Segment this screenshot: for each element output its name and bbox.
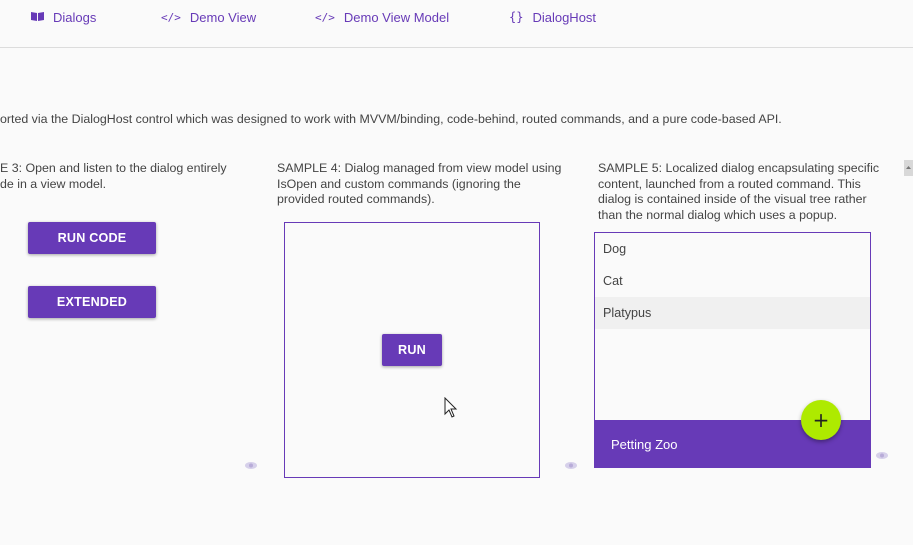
scroll-up-arrow-icon[interactable] xyxy=(904,160,913,176)
tab-label: DialogHost xyxy=(532,9,597,25)
list-item[interactable]: Cat xyxy=(595,265,870,297)
sample5-description-line4: than the normal dialog which uses a popu… xyxy=(598,208,838,222)
run-button[interactable]: RUN xyxy=(382,334,442,366)
book-icon xyxy=(30,10,45,25)
resize-handle-icon[interactable] xyxy=(564,461,578,470)
top-nav-bar: Dialogs </> Demo View </> Demo View Mode… xyxy=(0,0,913,48)
tab-label: Dialogs xyxy=(53,9,97,25)
footer-title: Petting Zoo xyxy=(611,437,678,452)
code-icon: </> xyxy=(161,10,181,24)
sample4-description-line3: provided routed commands). xyxy=(277,192,435,206)
braces-icon: {} xyxy=(509,10,524,24)
sample5-description-line3: dialog is contained inside of the visual… xyxy=(598,192,867,206)
intro-text: orted via the DialogHost control which w… xyxy=(0,112,782,126)
sample3-description-line1: E 3: Open and listen to the dialog entir… xyxy=(0,161,227,175)
tab-label: Demo View Model xyxy=(343,9,450,25)
code-icon: </> xyxy=(315,10,335,24)
sample4-description-line2: IsOpen and custom commands (ignoring the xyxy=(277,177,521,191)
tab-demo-view-model[interactable]: </> Demo View Model xyxy=(315,9,449,25)
sample5-description-line1: SAMPLE 5: Localized dialog encapsulating… xyxy=(598,161,880,175)
list-item[interactable]: Dog xyxy=(595,233,870,265)
tab-label: Demo View xyxy=(189,9,257,25)
sample4-description-line1: SAMPLE 4: Dialog managed from view model… xyxy=(277,161,562,175)
resize-handle-icon[interactable] xyxy=(875,451,889,460)
extended-button[interactable]: EXTENDED xyxy=(28,286,156,318)
sample3-description-line2: de in a view model. xyxy=(0,177,107,191)
run-code-button[interactable]: RUN CODE xyxy=(28,222,156,254)
resize-handle-icon[interactable] xyxy=(244,461,258,470)
tab-dialogs[interactable]: Dialogs xyxy=(30,9,96,25)
tab-dialoghost[interactable]: {} DialogHost xyxy=(509,9,596,25)
add-fab-button[interactable]: + xyxy=(801,400,841,440)
mouse-cursor-icon xyxy=(444,396,458,424)
sample5-description-line2: content, launched from a routed command.… xyxy=(598,177,861,191)
tab-demo-view[interactable]: </> Demo View xyxy=(161,9,256,25)
sample4-dialog-host: RUN xyxy=(284,222,540,478)
list-item[interactable]: Platypus xyxy=(595,297,870,329)
